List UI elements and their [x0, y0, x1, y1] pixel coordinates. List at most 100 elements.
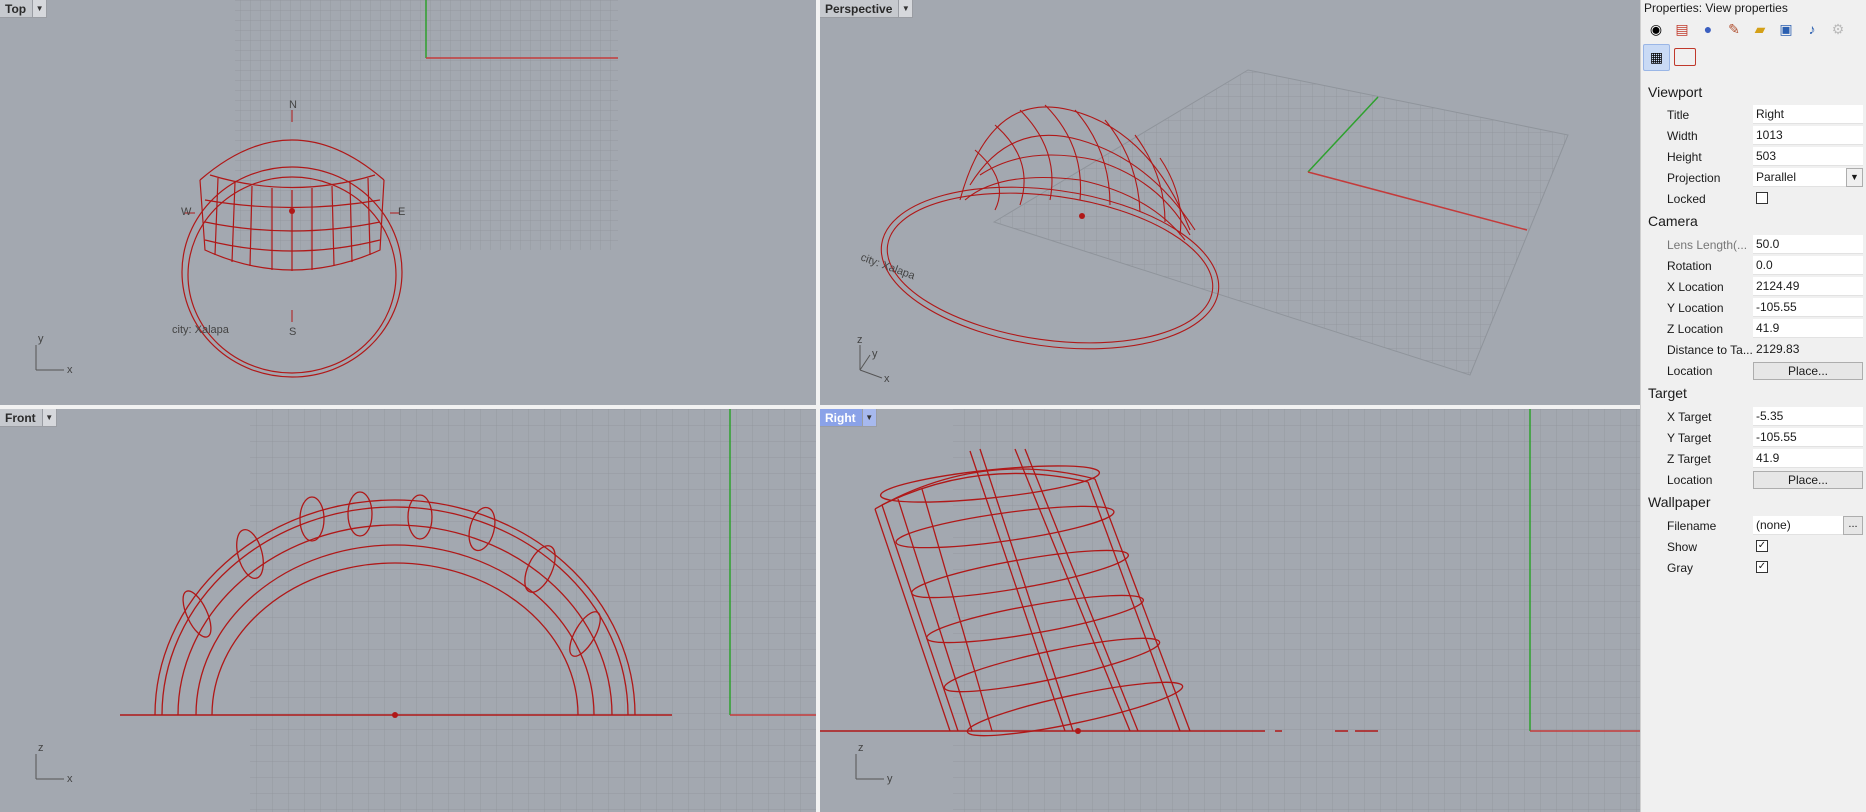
bell-icon[interactable]: ♪ — [1801, 18, 1823, 40]
row-gray: Gray ✓ — [1641, 558, 1866, 578]
distance-value: 2129.83 — [1756, 342, 1800, 356]
distance-label: Distance to Ta... — [1667, 343, 1752, 357]
tab-perspective-label: Perspective — [825, 1, 893, 16]
layer-icon[interactable]: ▤ — [1671, 18, 1693, 40]
front-scene: z x — [35, 409, 816, 812]
yloc-field[interactable]: -105.55 — [1753, 298, 1863, 317]
row-ztarget: Z Target 41.9 — [1641, 449, 1866, 469]
chevron-down-icon[interactable]: ▼ — [898, 0, 913, 17]
paint-brush-icon[interactable]: ✎ — [1723, 18, 1745, 40]
chevron-down-icon[interactable]: ▼ — [32, 0, 47, 17]
row-filename: Filename (none) ... — [1641, 516, 1866, 536]
tab-top[interactable]: Top ▼ — [0, 0, 48, 18]
tab-front[interactable]: Front ▼ — [0, 409, 57, 427]
locked-checkbox[interactable] — [1756, 192, 1768, 204]
section-camera: Camera — [1648, 213, 1698, 229]
viewport-divider-horizontal[interactable] — [0, 405, 1640, 409]
height-label: Height — [1667, 150, 1702, 164]
compass-n: N — [289, 99, 297, 111]
row-projection: Projection Parallel ▼ — [1641, 168, 1866, 188]
color-wheel-icon[interactable]: ◉ — [1645, 18, 1667, 40]
row-lens: Lens Length(... 50.0 — [1641, 235, 1866, 255]
row-xloc: X Location 2124.49 — [1641, 277, 1866, 297]
xloc-label: X Location — [1667, 280, 1724, 294]
projection-value: Parallel — [1756, 170, 1797, 184]
target-location-label: Location — [1667, 473, 1713, 487]
zloc-label: Z Location — [1667, 322, 1724, 336]
viewport-front[interactable]: z x Front ▼ — [0, 409, 816, 812]
tab-front-label: Front — [5, 410, 36, 425]
projection-select[interactable]: Parallel ▼ — [1753, 168, 1863, 187]
row-xtarget: X Target -5.35 — [1641, 407, 1866, 427]
viewport-right[interactable]: z y Right ▼ — [820, 409, 1640, 812]
chevron-down-icon[interactable]: ▼ — [1846, 168, 1863, 187]
ytarget-field[interactable]: -105.55 — [1753, 428, 1863, 447]
properties-toolbar: ◉ ▤ ● ✎ ▰ ▣ ♪ ⚙ — [1645, 18, 1849, 40]
chevron-down-icon[interactable]: ▼ — [861, 409, 876, 426]
row-rotation: Rotation 0.0 — [1641, 256, 1866, 276]
title-field[interactable]: Right — [1753, 105, 1863, 124]
tab-perspective[interactable]: Perspective ▼ — [820, 0, 914, 18]
section-viewport: Viewport — [1648, 84, 1703, 100]
camera-place-button[interactable]: Place... — [1753, 362, 1863, 380]
compass-e: E — [398, 206, 405, 218]
rectangle-icon[interactable] — [1674, 48, 1696, 66]
folder-icon[interactable]: ▰ — [1749, 18, 1771, 40]
gear-icon[interactable]: ⚙ — [1827, 18, 1849, 40]
lens-label: Lens Length(... — [1667, 238, 1748, 252]
target-place-button[interactable]: Place... — [1753, 471, 1863, 489]
height-field[interactable]: 503 — [1753, 147, 1863, 166]
axis-label-z: z — [38, 742, 44, 754]
tab-right-label: Right — [825, 410, 856, 425]
xloc-field[interactable]: 2124.49 — [1753, 277, 1863, 296]
row-target-location: Location Place... — [1641, 470, 1866, 490]
axis-label-x: x — [67, 364, 73, 376]
ztarget-label: Z Target — [1667, 452, 1711, 466]
xtarget-field[interactable]: -5.35 — [1753, 407, 1863, 426]
image-icon[interactable]: ▣ — [1775, 18, 1797, 40]
perspective-scene: city: Xalapa z x y — [857, 69, 1569, 385]
right-scene: z y — [820, 409, 1640, 812]
camera-icon[interactable]: ▦ — [1643, 44, 1670, 71]
axis-label-y: y — [38, 333, 44, 345]
city-label: city: Xalapa — [172, 324, 230, 336]
center-point — [1079, 213, 1085, 219]
width-field[interactable]: 1013 — [1753, 126, 1863, 145]
rotation-field[interactable]: 0.0 — [1753, 256, 1863, 275]
axis-indicator — [855, 754, 884, 780]
viewport-perspective[interactable]: city: Xalapa z x y Perspective ▼ — [820, 0, 1640, 405]
row-camera-location: Location Place... — [1641, 361, 1866, 381]
center-point — [289, 208, 295, 214]
browse-button[interactable]: ... — [1843, 516, 1863, 535]
row-distance: Distance to Ta... 2129.83 — [1641, 340, 1866, 360]
axis-label-z: z — [857, 334, 863, 346]
axis-indicator — [35, 345, 64, 371]
tab-right[interactable]: Right ▼ — [820, 409, 877, 427]
width-label: Width — [1667, 129, 1698, 143]
lens-field[interactable]: 50.0 — [1753, 235, 1863, 254]
center-point — [392, 712, 398, 718]
ztarget-field[interactable]: 41.9 — [1753, 449, 1863, 468]
material-ball-icon[interactable]: ● — [1697, 18, 1719, 40]
properties-panel: Properties: View properties ◉ ▤ ● ✎ ▰ ▣ … — [1640, 0, 1866, 812]
row-ytarget: Y Target -105.55 — [1641, 428, 1866, 448]
chevron-down-icon[interactable]: ▼ — [41, 409, 56, 426]
viewport-top[interactable]: N S W E city: Xalapa y x Top ▼ — [0, 0, 816, 405]
grid-plane — [953, 409, 1640, 812]
projection-label: Projection — [1667, 171, 1721, 185]
grid-plane — [250, 409, 816, 812]
gray-label: Gray — [1667, 561, 1694, 575]
row-yloc: Y Location -105.55 — [1641, 298, 1866, 318]
camera-location-label: Location — [1667, 364, 1713, 378]
top-scene: N S W E city: Xalapa y x — [35, 0, 618, 378]
zloc-field[interactable]: 41.9 — [1753, 319, 1863, 338]
axis-label-y: y — [872, 348, 878, 360]
axis-label-x: x — [884, 373, 890, 385]
show-label: Show — [1667, 540, 1698, 554]
gray-checkbox[interactable]: ✓ — [1756, 561, 1768, 573]
show-checkbox[interactable]: ✓ — [1756, 540, 1768, 552]
section-wallpaper: Wallpaper — [1648, 494, 1711, 510]
axis-label-y: y — [887, 773, 893, 785]
section-target: Target — [1648, 385, 1687, 401]
row-zloc: Z Location 41.9 — [1641, 319, 1866, 339]
